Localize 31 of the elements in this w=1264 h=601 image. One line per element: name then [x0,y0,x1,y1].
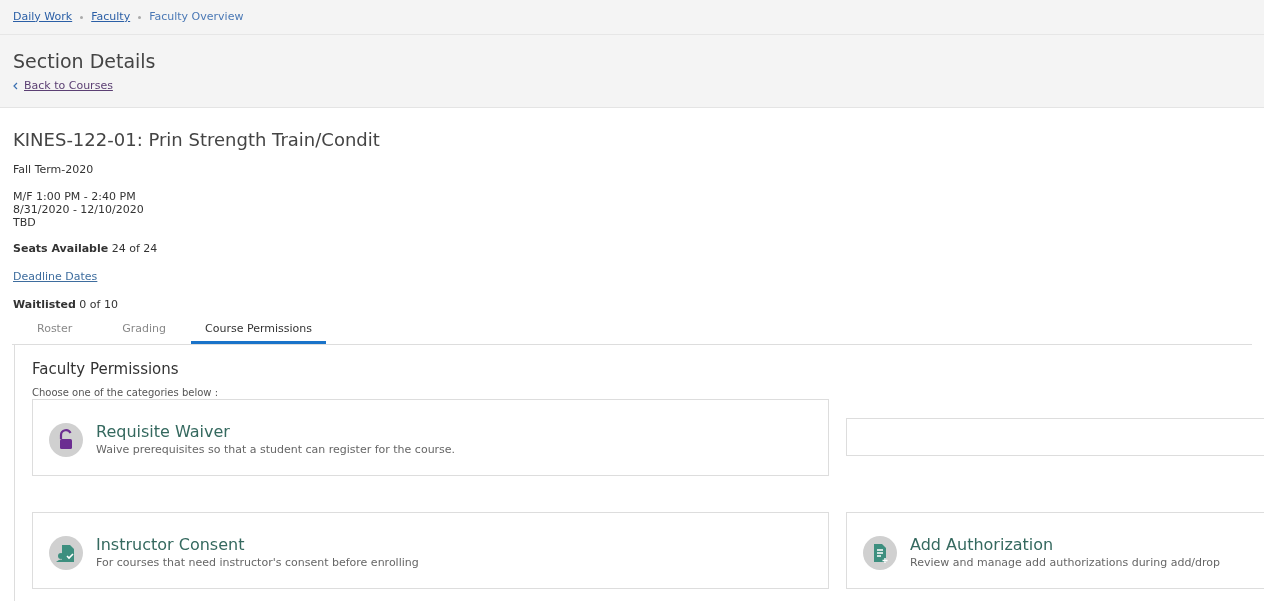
schedule-text: M/F 1:00 PM - 2:40 PM [13,190,137,203]
breadcrumb-link[interactable]: Daily Work [13,8,73,26]
term-text: Fall Term-2020 [13,163,95,177]
document-add-icon [863,535,897,570]
card-title: Instructor Consent [96,534,246,555]
tab[interactable]: Course Permissions [191,318,326,344]
breadcrumb-link[interactable]: Faculty [91,8,131,26]
permission-card[interactable]: Instructor Consent For courses that need instructor's consent before enrolling [32,512,829,589]
schedule-text: 8/31/2020 - 12/10/2020 [13,203,145,216]
card-title: Requisite Waiver [96,421,231,442]
padlock-icon [49,422,83,457]
card-title: Add Authorization [910,534,1055,555]
page-title: Section Details [13,49,157,74]
card-description: Review and manage add authorizations during add/drop [910,554,1221,571]
card-description: Waive prerequisites so that a student can register for the course. [96,441,456,458]
tab[interactable]: Roster [12,318,98,344]
course-title: KINES-122-01: Prin Strength Train/Condit [13,128,381,152]
permission-card[interactable]: Add Authorization Review and manage add authorizations during add/drop [846,512,1264,589]
tab[interactable]: Grading [97,318,191,344]
seats-text: Seats Available 24 of 24 [13,242,159,256]
section-heading: Faculty Permissions [32,359,180,379]
card-description: For courses that need instructor's consent before enrolling [96,554,419,571]
back-link[interactable]: Back to Courses [13,78,1251,95]
prompt-text: Choose one of the categories below : [32,387,219,399]
schedule-text: TBD [13,216,37,229]
chevron-left-icon [13,82,18,91]
deadline-link[interactable]: Deadline Dates [13,270,98,284]
breadcrumb-link[interactable]: Faculty Overview [149,8,244,26]
waitlist-text: Waitlisted 0 of 10 [13,298,119,312]
permission-card[interactable]: Requisite Waiver Waive prerequisites so that a student can register for the course. [32,399,829,476]
document-check-icon [49,535,83,570]
